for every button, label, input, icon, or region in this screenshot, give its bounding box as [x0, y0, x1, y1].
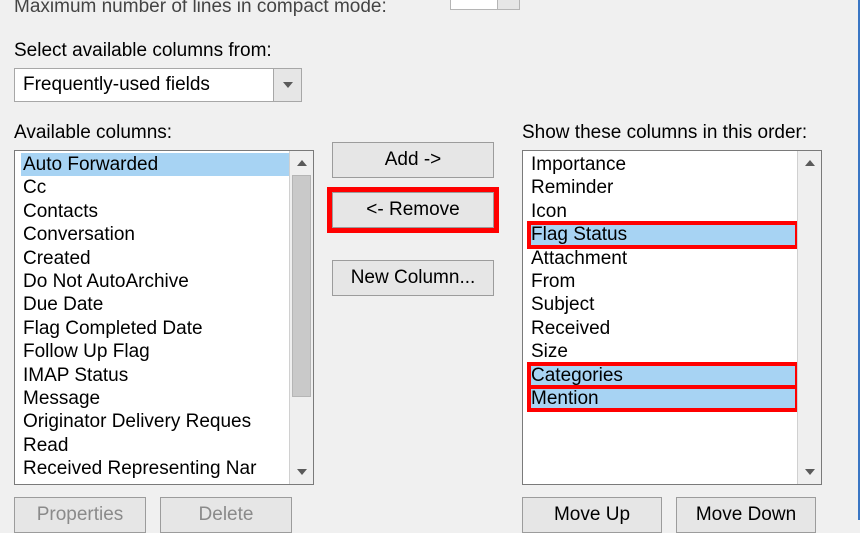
- list-item[interactable]: Subject: [529, 293, 797, 316]
- list-item[interactable]: Created: [21, 247, 289, 270]
- compact-lines-label-cut: Maximum number of lines in compact mode:: [14, 0, 844, 18]
- chevron-down-icon: [273, 69, 301, 101]
- list-item[interactable]: Flag Status: [529, 223, 797, 246]
- new-column-button[interactable]: New Column...: [332, 260, 494, 296]
- list-item[interactable]: Flag Completed Date: [21, 317, 289, 340]
- shown-scrollbar[interactable]: [797, 151, 821, 484]
- list-item[interactable]: Conversation: [21, 223, 289, 246]
- list-item[interactable]: Originator Delivery Reques: [21, 410, 289, 433]
- list-item[interactable]: Reminder: [529, 176, 797, 199]
- available-scrollbar[interactable]: [289, 151, 313, 484]
- add-button[interactable]: Add ->: [332, 142, 494, 178]
- list-item[interactable]: Received Representing Nar: [21, 457, 289, 480]
- list-item[interactable]: Due Date: [21, 293, 289, 316]
- column-source-value: Frequently-used fields: [15, 69, 273, 101]
- remove-button[interactable]: <- Remove: [332, 192, 494, 228]
- column-source-combo[interactable]: Frequently-used fields: [14, 68, 302, 102]
- delete-button[interactable]: Delete: [160, 497, 292, 533]
- available-columns-label: Available columns:: [14, 122, 314, 144]
- list-item[interactable]: Categories: [529, 364, 797, 387]
- list-item[interactable]: Received: [529, 317, 797, 340]
- scroll-down-icon[interactable]: [798, 460, 821, 484]
- list-item[interactable]: Message: [21, 387, 289, 410]
- shown-columns-label: Show these columns in this order:: [522, 122, 822, 144]
- list-item[interactable]: Importance: [529, 153, 797, 176]
- scroll-up-icon[interactable]: [798, 151, 821, 175]
- list-item[interactable]: Cc: [21, 176, 289, 199]
- list-item[interactable]: Mention: [529, 387, 797, 410]
- compact-lines-spinner[interactable]: [450, 0, 520, 10]
- scroll-up-icon[interactable]: [290, 151, 313, 175]
- list-item[interactable]: Auto Forwarded: [21, 153, 289, 176]
- list-item[interactable]: Read: [21, 434, 289, 457]
- list-item[interactable]: Icon: [529, 200, 797, 223]
- scroll-down-icon[interactable]: [290, 460, 313, 484]
- list-item[interactable]: Do Not AutoArchive: [21, 270, 289, 293]
- list-item[interactable]: IMAP Status: [21, 364, 289, 387]
- shown-columns-list[interactable]: ImportanceReminderIconFlag StatusAttachm…: [522, 150, 822, 485]
- list-item[interactable]: Contacts: [21, 200, 289, 223]
- move-up-button[interactable]: Move Up: [522, 497, 662, 533]
- list-item[interactable]: Follow Up Flag: [21, 340, 289, 363]
- move-down-button[interactable]: Move Down: [676, 497, 816, 533]
- list-item[interactable]: Attachment: [529, 247, 797, 270]
- available-columns-list[interactable]: Auto ForwardedCcContactsConversationCrea…: [14, 150, 314, 485]
- select-columns-from-label: Select available columns from:: [14, 40, 844, 62]
- list-item[interactable]: Size: [529, 340, 797, 363]
- properties-button[interactable]: Properties: [14, 497, 146, 533]
- list-item[interactable]: From: [529, 270, 797, 293]
